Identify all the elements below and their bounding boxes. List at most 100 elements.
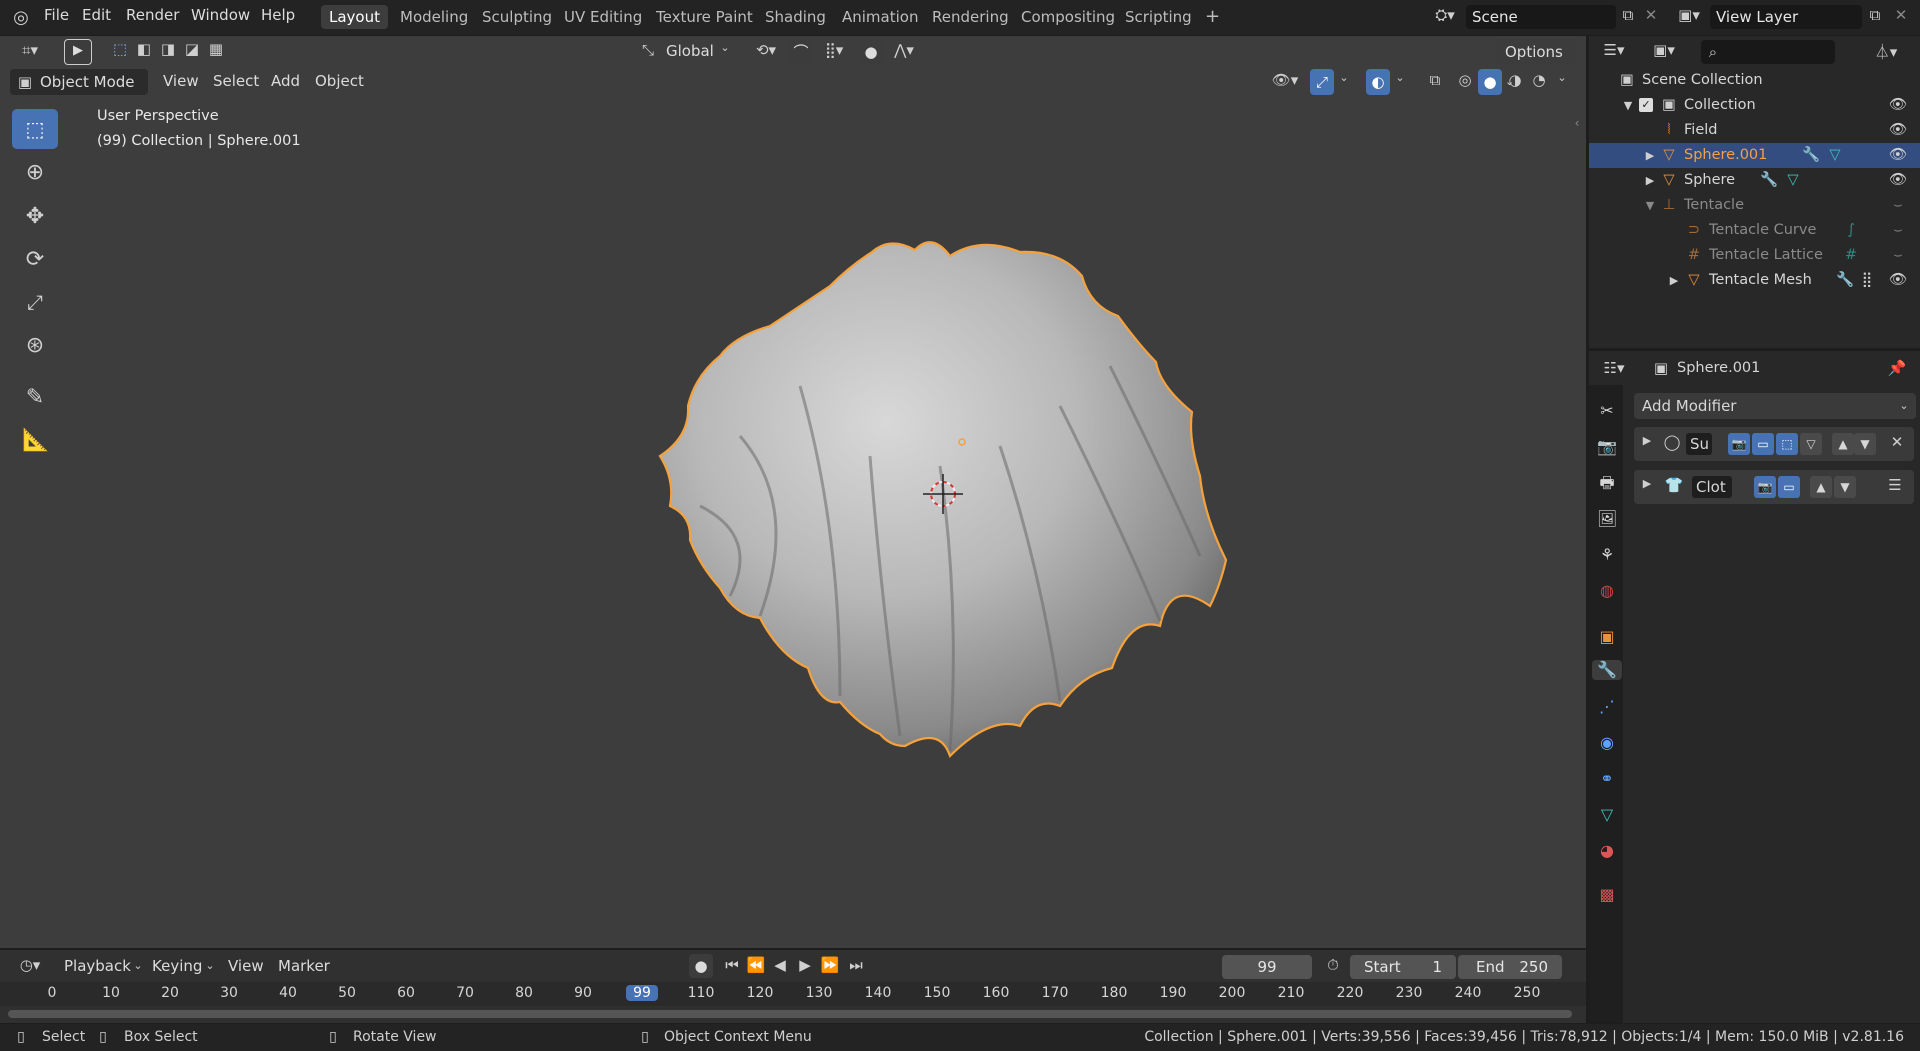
measure-tool[interactable]: 📐 (12, 420, 58, 460)
select-mode-intersect-icon[interactable]: ▦ (206, 40, 226, 62)
next-keyframe-icon[interactable]: ⏩ (820, 956, 840, 974)
delete-view-layer-icon[interactable]: ✕ (1890, 6, 1912, 28)
modifier-name-field[interactable]: Su (1686, 433, 1712, 455)
timeline-menu-marker[interactable]: Marker (278, 957, 330, 975)
frame-ruler[interactable]: 0 10 20 30 40 50 60 70 80 90 99 110 120 130 140 150 160 1… (0, 982, 1586, 1006)
viewport-toggle-icon[interactable]: ▭ (1778, 476, 1800, 498)
cage-toggle-icon[interactable]: ▽ (1800, 433, 1822, 455)
timeline-menu-view[interactable]: View (228, 957, 264, 975)
menu-render[interactable]: Render (126, 6, 179, 24)
playhead[interactable]: 99 (626, 985, 658, 1001)
expand-down-icon[interactable]: ▼ (1643, 193, 1657, 218)
add-workspace-button[interactable]: + (1197, 5, 1228, 29)
viewport-menu-select[interactable]: Select (213, 72, 259, 90)
menu-file[interactable]: File (44, 6, 69, 24)
tab-texture-paint[interactable]: Texture Paint (648, 5, 761, 29)
filter-icon[interactable]: ⏃▾ (1869, 41, 1903, 63)
jump-end-icon[interactable]: ⏭ (846, 956, 866, 974)
transform-tool[interactable]: ⊛ (12, 325, 58, 365)
3d-viewport[interactable]: ⌗▾ ▶ ⬚ ◧ ◨ ◪ ▦ ⤡ Global ⌄ ⟲▾ ⌒ ⣿▾ ● ⋀▾ O… (0, 36, 1586, 948)
tab-layout[interactable]: Layout (321, 5, 388, 29)
scene-tab-icon[interactable]: ⚘ (1597, 545, 1617, 565)
properties-editor-type-icon[interactable]: ☷▾ (1597, 359, 1631, 381)
eye-closed-icon[interactable]: ⌣ (1887, 218, 1909, 243)
end-frame-field[interactable]: End 250 (1458, 955, 1562, 979)
constraints-tab-icon[interactable]: ⚭ (1597, 769, 1617, 789)
timeline-menu-keying[interactable]: Keying (152, 957, 202, 975)
modifier-panel-subsurf[interactable]: ▶ ◯ Su 📷 ▭ ⬚ ▽ ▲ ▼ ✕ (1634, 427, 1914, 461)
select-mode-extend-icon[interactable]: ◧ (134, 40, 154, 62)
annotate-tool[interactable]: ✎ (12, 377, 58, 417)
close-icon[interactable]: ✕ (1886, 433, 1908, 451)
vertex-group-icon[interactable]: ⣿ (1857, 268, 1877, 293)
expand-right-icon[interactable]: ▶ (1640, 434, 1654, 447)
data-tab-icon[interactable]: ▽ (1597, 805, 1617, 825)
play-reverse-icon[interactable]: ◀ (770, 956, 790, 974)
xray-toggle-icon[interactable]: ⧉ (1424, 71, 1446, 93)
render-tab-icon[interactable]: 📷 (1597, 437, 1617, 457)
tab-compositing[interactable]: Compositing (1013, 5, 1123, 29)
solid-shading-icon[interactable]: ● (1478, 69, 1502, 95)
world-tab-icon[interactable]: ◍ (1597, 581, 1617, 601)
tab-animation[interactable]: Animation (834, 5, 926, 29)
add-modifier-dropdown[interactable]: Add Modifier ⌄ (1634, 393, 1916, 419)
jump-start-icon[interactable]: ⏮ (722, 956, 742, 974)
snap-target-icon[interactable]: ⣿▾ (816, 41, 852, 63)
gizmo-toggle-icon[interactable]: ⤢ (1310, 69, 1334, 95)
object-tab-icon[interactable]: ▣ (1597, 627, 1617, 647)
move-down-icon[interactable]: ▼ (1854, 433, 1876, 455)
menu-help[interactable]: Help (261, 6, 295, 24)
snap-toggle-icon[interactable]: ⌒ (790, 40, 812, 64)
new-scene-icon[interactable]: ⧉ (1617, 6, 1639, 28)
stopwatch-icon[interactable]: ⏱ (1322, 956, 1344, 974)
overlays-toggle-icon[interactable]: ◐ (1366, 69, 1390, 95)
visibility-selectability-icon[interactable]: 👁▾ (1268, 71, 1302, 93)
play-icon[interactable]: ▶ (795, 956, 815, 974)
output-tab-icon[interactable]: 🖶 (1597, 473, 1617, 493)
eye-icon[interactable]: 👁 (1887, 168, 1909, 193)
mesh-data-icon[interactable]: ▽ (1825, 143, 1845, 168)
viewport-menu-object[interactable]: Object (315, 72, 364, 90)
wireframe-shading-icon[interactable]: ◎ (1454, 71, 1476, 93)
tab-modeling[interactable]: Modeling (392, 5, 476, 29)
material-preview-shading-icon[interactable]: ◑ (1504, 71, 1526, 93)
select-mode-invert-icon[interactable]: ◪ (182, 40, 202, 62)
timeline-editor-type-icon[interactable]: ◷▾ (12, 956, 48, 978)
options-dropdown[interactable]: Options ⌄ (1497, 39, 1575, 88)
tab-rendering[interactable]: Rendering (924, 5, 1017, 29)
viewport-toggle-icon[interactable]: ▭ (1752, 433, 1774, 455)
expand-right-icon[interactable]: ▶ (1643, 143, 1657, 168)
object-mode-dropdown[interactable]: ▣ Object Mode ⌄ (10, 69, 148, 116)
collapse-sidebar-icon[interactable]: ‹ (1570, 116, 1584, 134)
timeline-scrollbar[interactable] (8, 1010, 1572, 1018)
prev-keyframe-icon[interactable]: ⏪ (746, 956, 766, 974)
transform-orientation-icon[interactable]: ⤡ (638, 41, 658, 63)
outliner-row-scene-collection[interactable]: ▣ Scene Collection (1589, 68, 1920, 93)
tab-shading[interactable]: Shading (757, 5, 834, 29)
modifier-tab-icon[interactable]: 🔧 (1592, 660, 1622, 680)
physics-tab-icon[interactable]: ◉ (1597, 733, 1617, 753)
cursor-tool[interactable]: ⊕ (12, 152, 58, 192)
modifier-wrench-icon[interactable]: 🔧 (1759, 168, 1779, 193)
tab-uv-editing[interactable]: UV Editing (556, 5, 650, 29)
pivot-point-icon[interactable]: ⟲▾ (748, 41, 784, 63)
move-up-icon[interactable]: ▲ (1832, 433, 1854, 455)
curve-data-icon[interactable]: ∫ (1841, 218, 1861, 243)
viewport-menu-view[interactable]: View (163, 72, 199, 90)
outliner-row-field[interactable]: ⦚ Field 👁 (1589, 118, 1920, 143)
outliner-row-sphere[interactable]: ▶ ▽ Sphere 🔧 ▽ 👁 (1589, 168, 1920, 193)
checkbox-icon[interactable]: ✓ (1639, 98, 1653, 112)
move-down-icon[interactable]: ▼ (1834, 476, 1856, 498)
move-tool[interactable]: ✥ (12, 196, 58, 236)
scene-field[interactable]: Scene (1466, 5, 1616, 29)
tool-tab-icon[interactable]: ✂ (1597, 401, 1617, 421)
rendered-shading-icon[interactable]: ◔ (1528, 71, 1550, 93)
pin-icon[interactable]: 📌 (1887, 359, 1907, 377)
modifier-menu-icon[interactable]: ☰ (1884, 476, 1906, 494)
modifier-panel-cloth[interactable]: ▶ 👕 Clot 📷 ▭ ▲ ▼ ☰ (1634, 470, 1914, 504)
overlays-dropdown-icon[interactable]: ⌄ (1392, 71, 1408, 93)
scale-tool[interactable]: ⤢ (12, 282, 58, 322)
eye-icon[interactable]: 👁 (1887, 118, 1909, 143)
gizmo-dropdown-icon[interactable]: ⌄ (1336, 71, 1352, 93)
new-view-layer-icon[interactable]: ⧉ (1864, 6, 1886, 28)
